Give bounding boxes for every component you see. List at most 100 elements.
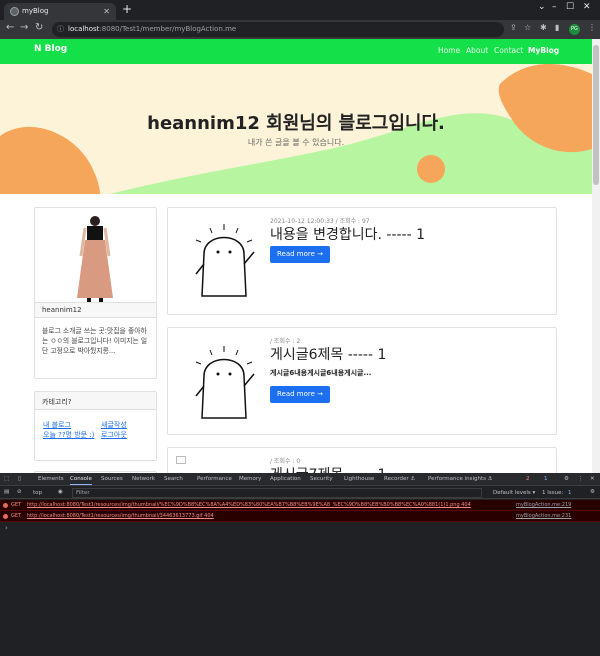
- post-title[interactable]: 내용을 변경합니다. ----- 1: [270, 224, 425, 244]
- error-url[interactable]: http://localhost:8080/Test1/resources/im…: [27, 511, 214, 522]
- filter-input[interactable]: Filter: [72, 488, 482, 498]
- console-settings-icon[interactable]: ⚙: [590, 489, 595, 495]
- hero-banner: heannim12 회원님의 블로그입니다. 내가 쓴 글을 볼 수 있습니다.: [0, 64, 592, 194]
- profile-photo: [77, 216, 113, 302]
- profile-description: 블로그 소개글 쓰는 곳:맛집을 좋아하는 ㅇㅇ의 블로그입니다! 이미지는 일…: [42, 327, 148, 355]
- error-method: GET: [11, 502, 22, 508]
- link-visitors[interactable]: 오늘 ??명 방문 :): [43, 430, 97, 440]
- category-title: 카테고리?: [42, 398, 72, 406]
- browser-window: myBlog ✕ + ⌄ – ☐ ✕ ← → ↻ ⓘ localhost:808…: [0, 0, 600, 656]
- close-devtools-icon[interactable]: ✕: [590, 476, 595, 482]
- post-title[interactable]: 게시글6제목 ----- 1: [270, 344, 386, 364]
- nav-home[interactable]: Home: [438, 46, 460, 55]
- link-my-blog[interactable]: 내 블로그: [43, 420, 71, 430]
- post-card: / 조회수 : 2 게시글6제목 ----- 1 게시글6내용게시글6내용게시글…: [167, 327, 557, 435]
- star-icon[interactable]: ☆: [524, 23, 531, 32]
- warn-count-badge[interactable]: 1: [544, 476, 548, 482]
- back-arrow-icon[interactable]: ←: [6, 22, 14, 33]
- post-thumbnail[interactable]: [190, 346, 260, 426]
- error-url[interactable]: http://localhost:8080/Test1/resources/im…: [27, 500, 471, 511]
- address-bar[interactable]: ⓘ localhost:8080/Test1/member/myBlogActi…: [52, 22, 504, 37]
- tab-security[interactable]: Security: [310, 476, 333, 482]
- hero-title: heannim12 회원님의 블로그입니다.: [147, 113, 445, 134]
- nav-about[interactable]: About: [466, 46, 488, 55]
- sidebar-toggle-icon[interactable]: ▤: [4, 489, 9, 495]
- url-host: localhost: [68, 25, 100, 33]
- maximize-icon[interactable]: ☐: [566, 2, 574, 12]
- scrollbar-thumb[interactable]: [593, 45, 599, 185]
- issues-count[interactable]: 1: [568, 490, 572, 496]
- error-code: 404: [461, 502, 471, 508]
- post-thumbnail[interactable]: [190, 224, 260, 304]
- link-logout[interactable]: 로그아웃: [101, 430, 127, 440]
- tab-network[interactable]: Network: [132, 476, 155, 482]
- inspect-icon[interactable]: ⬚: [4, 476, 9, 482]
- tab-sources[interactable]: Sources: [101, 476, 123, 482]
- forward-arrow-icon[interactable]: →: [20, 22, 28, 33]
- filter-placeholder: Filter: [76, 490, 90, 496]
- log-levels-dropdown[interactable]: Default levels ▾: [493, 490, 535, 496]
- devtools-panel: ⬚ ▯ Elements Console Sources Network Sea…: [0, 473, 600, 656]
- nav-contact[interactable]: Contact: [494, 46, 523, 55]
- tab-application[interactable]: Application: [270, 476, 301, 482]
- category-card: 카테고리? 내 블로그 새글작성 오늘 ??명 방문 :) 로그아웃: [34, 391, 157, 461]
- console-error-row: GET http://localhost:8080/Test1/resource…: [0, 500, 600, 511]
- tab-console[interactable]: Console: [70, 476, 92, 485]
- device-icon[interactable]: ▯: [18, 476, 21, 482]
- tab-lighthouse[interactable]: Lighthouse: [344, 476, 374, 482]
- link-new-post[interactable]: 새글작성: [101, 420, 127, 430]
- profile-card: heannim12 블로그 소개글 쓰는 곳:맛집을 좋아하는 ㅇㅇ의 블로그입…: [34, 207, 157, 379]
- tab-performance[interactable]: Performance: [197, 476, 232, 482]
- context-selector[interactable]: top: [33, 490, 42, 496]
- extensions-icon[interactable]: ✱: [540, 23, 547, 32]
- globe-icon: [10, 7, 19, 16]
- tab-title: myBlog: [22, 7, 49, 15]
- error-source[interactable]: myBlogAction.me:219: [516, 500, 571, 511]
- new-tab-plus-icon[interactable]: +: [122, 2, 132, 16]
- error-icon: [3, 503, 8, 508]
- post-card: / 조회수 : 0 게시글7제목 ----- 1: [167, 447, 557, 473]
- read-more-button[interactable]: Read more →: [270, 386, 330, 403]
- console-toolbar: ▤ ⊘ top ◉ Filter Default levels ▾ 1 Issu…: [0, 487, 600, 499]
- more-options-icon[interactable]: ⋮: [578, 476, 584, 482]
- url-path: :8080/Test1/member/myBlogAction.me: [99, 25, 237, 33]
- post-excerpt: 게시글6내용게시글6내용게시글...: [270, 369, 372, 377]
- close-tab-icon[interactable]: ✕: [103, 3, 110, 20]
- error-method: GET: [11, 513, 22, 519]
- info-icon[interactable]: ⓘ: [57, 22, 64, 37]
- error-source[interactable]: myBlogAction.me:231: [516, 511, 571, 522]
- console-error-row: GET http://localhost:8080/Test1/resource…: [0, 511, 600, 522]
- page-scrollbar[interactable]: [592, 39, 600, 473]
- tab-elements[interactable]: Elements: [38, 476, 64, 482]
- nav-myblog[interactable]: MyBlog: [528, 46, 559, 55]
- issues-link[interactable]: 1 Issue:: [542, 490, 563, 496]
- close-window-icon[interactable]: ✕: [583, 2, 591, 12]
- error-code: 404: [204, 513, 214, 519]
- tab-search[interactable]: Search: [164, 476, 183, 482]
- console-prompt-icon[interactable]: ›: [5, 524, 8, 532]
- tab-recorder[interactable]: Recorder ⚓: [384, 476, 415, 482]
- tab-myblog[interactable]: myBlog ✕: [4, 3, 116, 20]
- page-viewport: N Blog Home About Contact MyBlog heannim…: [0, 39, 592, 473]
- tab-memory[interactable]: Memory: [239, 476, 261, 482]
- hero-subtitle: 내가 쓴 글을 볼 수 있습니다.: [247, 138, 345, 147]
- menu-icon[interactable]: ⋮: [588, 23, 596, 32]
- settings-gear-icon[interactable]: ⚙: [564, 476, 569, 482]
- clear-console-icon[interactable]: ⊘: [17, 489, 22, 495]
- sidepanel-icon[interactable]: ▮: [555, 23, 559, 32]
- devtools-tabs: ⬚ ▯ Elements Console Sources Network Sea…: [0, 473, 600, 486]
- eye-icon[interactable]: ◉: [58, 489, 63, 495]
- profile-avatar[interactable]: PG: [569, 24, 580, 35]
- tab-performance-insights[interactable]: Performance insights ⚓: [428, 476, 493, 482]
- reload-icon[interactable]: ↻: [35, 22, 43, 33]
- error-count-badge[interactable]: 2: [526, 476, 530, 482]
- share-icon[interactable]: ⇪: [510, 23, 517, 32]
- site-navbar: N Blog Home About Contact MyBlog: [0, 39, 592, 64]
- chevron-down-icon[interactable]: ⌄: [538, 2, 546, 12]
- site-brand[interactable]: N Blog: [34, 44, 67, 54]
- post-title[interactable]: 게시글7제목 ----- 1: [270, 464, 386, 473]
- read-more-button[interactable]: Read more →: [270, 246, 330, 263]
- minimize-icon[interactable]: –: [552, 2, 557, 12]
- post-card: 2021-10-12 12:00:33 / 조회수 : 97 내용을 변경합니다…: [167, 207, 557, 315]
- error-icon: [3, 514, 8, 519]
